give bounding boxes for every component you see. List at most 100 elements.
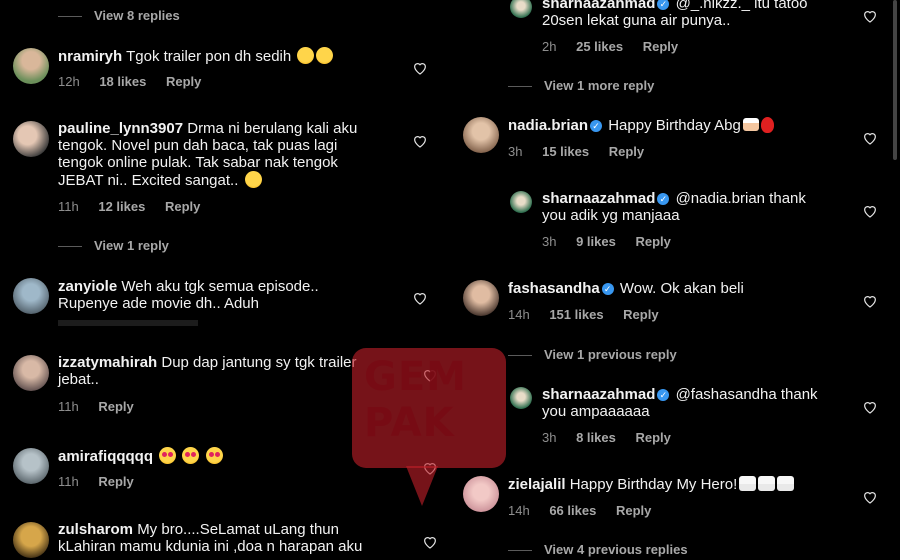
avatar[interactable]	[13, 448, 49, 484]
comment-meta: 3h 8 likes Reply	[542, 430, 671, 445]
likes-count[interactable]: 18 likes	[99, 74, 146, 89]
left-comment-column: View 8 replies nramiryh Tgok trailer pon…	[0, 0, 450, 560]
username[interactable]: zanyiole	[58, 278, 117, 295]
comment-body: Happy Birthday My Hero!	[569, 476, 738, 493]
comment-text: sharnaazahmad ✓ @fashasandha thank you am…	[542, 386, 842, 420]
comment-body: My bro....SeLamat uLang thun	[137, 521, 339, 538]
comment-body: Wow. Ok akan beli	[619, 280, 744, 297]
reply-button[interactable]: Reply	[98, 474, 133, 489]
comment-body: Drma ni berulang kali aku	[187, 120, 358, 137]
reply-button[interactable]: Reply	[165, 199, 200, 214]
avatar[interactable]	[13, 522, 49, 558]
timestamp: 12h	[58, 74, 80, 89]
username[interactable]: amirafiqqqqq	[58, 448, 153, 465]
username[interactable]: nramiryh	[58, 48, 122, 65]
username[interactable]: pauline_lynn3907	[58, 120, 183, 137]
reply-button[interactable]: Reply	[635, 430, 670, 445]
comment-body: tengok online pulak. Tak sabar nak tengo…	[58, 154, 338, 171]
likes-count[interactable]: 15 likes	[542, 144, 589, 159]
avatar[interactable]	[13, 121, 49, 157]
view-previous-replies-link[interactable]: View 4 previous replies	[508, 542, 688, 557]
reply-thread-line	[508, 355, 532, 357]
likes-count[interactable]: 66 likes	[549, 503, 596, 518]
birthday-cake-emoji-icon	[777, 476, 795, 491]
view-replies-label: View 1 reply	[94, 238, 169, 253]
username[interactable]: zielajalil	[508, 476, 566, 493]
view-replies-link[interactable]: View 8 replies	[58, 8, 180, 23]
like-heart-icon[interactable]	[862, 293, 878, 309]
like-heart-icon[interactable]	[422, 534, 438, 550]
like-heart-icon[interactable]	[862, 130, 878, 146]
avatar[interactable]	[510, 0, 532, 18]
reply-button[interactable]: Reply	[616, 503, 651, 518]
comment-body: @fashasandha thank	[675, 386, 818, 403]
reply-button[interactable]: Reply	[643, 39, 678, 54]
comment-meta: 14h 151 likes Reply	[508, 307, 659, 322]
gempak-watermark-text: GEM PAK	[364, 354, 494, 446]
avatar[interactable]	[13, 48, 49, 84]
likes-count[interactable]: 8 likes	[576, 430, 616, 445]
reply-button[interactable]: Reply	[623, 307, 658, 322]
reply-button[interactable]: Reply	[166, 74, 201, 89]
timestamp: 14h	[508, 503, 530, 518]
clipped-comment-meta	[58, 320, 198, 326]
username[interactable]: fashasandha	[508, 280, 600, 297]
like-heart-icon[interactable]	[412, 290, 428, 306]
timestamp: 3h	[542, 430, 557, 445]
comment-meta: 3h 15 likes Reply	[508, 144, 644, 159]
view-previous-replies-link[interactable]: View 1 previous reply	[508, 347, 677, 362]
likes-count[interactable]: 9 likes	[576, 234, 616, 249]
reply-thread-line	[58, 246, 82, 248]
watermark-line: PAK	[364, 400, 455, 446]
comment-body: @nadia.brian thank	[675, 190, 806, 207]
verified-badge-icon: ✓	[590, 120, 603, 132]
like-heart-icon[interactable]	[862, 489, 878, 505]
scrollbar-thumb[interactable]	[893, 0, 897, 160]
view-replies-label: View 4 previous replies	[544, 542, 688, 557]
avatar[interactable]	[463, 117, 499, 153]
comment-text: sharnaazahmad ✓ @_.nikzz._ itu tatoo 20se…	[542, 0, 842, 29]
avatar[interactable]	[510, 191, 532, 213]
comment-text: izzatymahirah Dup dap jantung sy tgk tra…	[58, 354, 398, 388]
like-heart-icon[interactable]	[862, 399, 878, 415]
comment-text: zanyiole Weh aku tgk semua episode.. Rup…	[58, 278, 398, 312]
username[interactable]: sharnaazahmad	[542, 386, 655, 403]
crying-emoji-icon	[316, 47, 334, 64]
username[interactable]: izzatymahirah	[58, 354, 157, 371]
avatar[interactable]	[463, 280, 499, 316]
heart-eyes-emoji-icon	[182, 447, 200, 464]
comment-body: Happy Birthday Abg	[608, 117, 741, 134]
like-heart-icon[interactable]	[862, 203, 878, 219]
reply-thread-line	[508, 86, 532, 88]
username[interactable]: sharnaazahmad	[542, 190, 655, 207]
avatar[interactable]	[13, 278, 49, 314]
comment-text: zulsharom My bro....SeLamat uLang thun k…	[58, 521, 418, 555]
reply-button[interactable]: Reply	[635, 234, 670, 249]
watermark-line: GEM	[364, 354, 467, 400]
username[interactable]: sharnaazahmad	[542, 0, 655, 12]
right-comment-column: sharnaazahmad ✓ @_.nikzz._ itu tatoo 20se…	[450, 0, 900, 560]
avatar[interactable]	[13, 355, 49, 391]
likes-count[interactable]: 12 likes	[98, 199, 145, 214]
view-more-replies-link[interactable]: View 1 more reply	[508, 78, 654, 93]
comment-meta: 11h Reply	[58, 474, 134, 489]
timestamp: 11h	[58, 199, 79, 214]
reply-button[interactable]: Reply	[98, 399, 133, 414]
avatar[interactable]	[510, 387, 532, 409]
like-heart-icon[interactable]	[412, 60, 428, 76]
likes-count[interactable]: 151 likes	[549, 307, 603, 322]
like-heart-icon[interactable]	[412, 133, 428, 149]
comment-body: Rupenye ade movie dh.. Aduh	[58, 295, 259, 312]
birthday-cake-emoji-icon	[739, 476, 757, 491]
view-replies-label: View 1 previous reply	[544, 347, 677, 362]
username[interactable]: nadia.brian	[508, 117, 588, 134]
view-replies-label: View 1 more reply	[544, 78, 655, 93]
timestamp: 11h	[58, 474, 79, 489]
heart-eyes-emoji-icon	[159, 447, 177, 464]
view-replies-link[interactable]: View 1 reply	[58, 238, 169, 253]
like-heart-icon[interactable]	[862, 8, 878, 24]
avatar[interactable]	[463, 476, 499, 512]
reply-button[interactable]: Reply	[609, 144, 644, 159]
likes-count[interactable]: 25 likes	[576, 39, 623, 54]
username[interactable]: zulsharom	[58, 521, 133, 538]
